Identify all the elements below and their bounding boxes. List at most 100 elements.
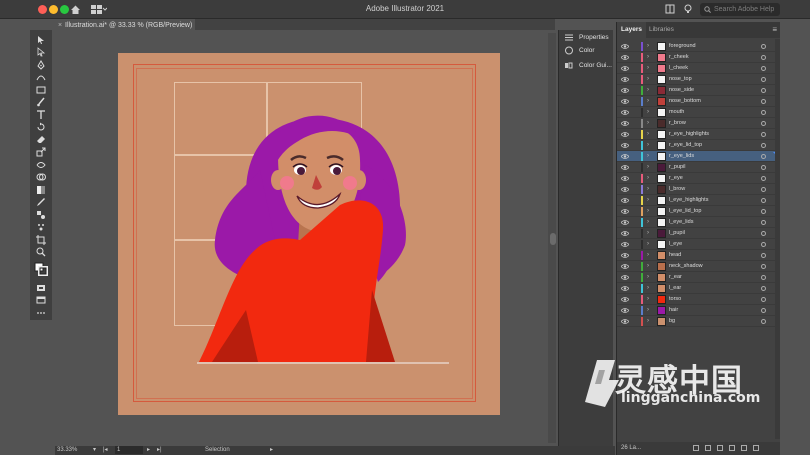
visibility-eye-icon[interactable] (621, 197, 629, 204)
target-circle-icon[interactable] (761, 44, 766, 49)
layer-name[interactable]: l_pupil (669, 228, 685, 239)
layer-row[interactable]: › r_brow (617, 118, 781, 129)
target-circle-icon[interactable] (761, 132, 766, 137)
expand-chevron-icon[interactable]: › (647, 96, 649, 107)
zoom-level[interactable]: 33.33% (57, 446, 77, 455)
visibility-eye-icon[interactable] (621, 76, 629, 83)
visibility-eye-icon[interactable] (621, 285, 629, 292)
target-circle-icon[interactable] (761, 242, 766, 247)
target-circle-icon[interactable] (761, 77, 766, 82)
layer-name[interactable]: l_brow (669, 184, 685, 195)
tab-layers[interactable]: Layers (617, 22, 646, 38)
target-circle-icon[interactable] (761, 319, 766, 324)
target-circle-icon[interactable] (761, 308, 766, 313)
expand-chevron-icon[interactable]: › (647, 272, 649, 283)
layer-row[interactable]: › r_eye_highlights (617, 129, 781, 140)
expand-chevron-icon[interactable]: › (647, 162, 649, 173)
layer-row[interactable]: › l_cheek (617, 63, 781, 74)
layer-row[interactable]: › l_eye (617, 239, 781, 250)
layer-row[interactable]: › r_eye (617, 173, 781, 184)
artboard-number-field[interactable]: 1 (115, 446, 143, 454)
visibility-eye-icon[interactable] (621, 263, 629, 270)
artboard-last-icon[interactable]: ▸| (157, 446, 162, 455)
layer-row[interactable]: › r_pupil (617, 162, 781, 173)
layer-name[interactable]: l_eye_lid_top (669, 206, 701, 217)
target-circle-icon[interactable] (761, 66, 766, 71)
expand-chevron-icon[interactable]: › (647, 239, 649, 250)
layer-row[interactable]: › hair (617, 305, 781, 316)
target-circle-icon[interactable] (761, 286, 766, 291)
layer-row[interactable]: › r_eye_lid_top (617, 140, 781, 151)
layer-row[interactable]: › head (617, 250, 781, 261)
target-circle-icon[interactable] (761, 88, 766, 93)
layer-name[interactable]: l_eye_lids (669, 217, 693, 228)
expand-chevron-icon[interactable]: › (647, 63, 649, 74)
layer-row[interactable]: › foreground (617, 41, 781, 52)
tool-menu-icon[interactable]: ▸ (270, 446, 273, 455)
visibility-eye-icon[interactable] (621, 131, 629, 138)
expand-chevron-icon[interactable]: › (647, 184, 649, 195)
target-circle-icon[interactable] (761, 55, 766, 60)
target-circle-icon[interactable] (761, 99, 766, 104)
layer-name[interactable]: l_eye (669, 239, 682, 250)
zoom-dropdown-icon[interactable]: ▾ (93, 446, 96, 455)
layer-row[interactable]: › nose_bottom (617, 96, 781, 107)
expand-chevron-icon[interactable]: › (647, 195, 649, 206)
target-circle-icon[interactable] (761, 110, 766, 115)
visibility-eye-icon[interactable] (621, 109, 629, 116)
layer-row[interactable]: › nose_top (617, 74, 781, 85)
visibility-eye-icon[interactable] (621, 241, 629, 248)
layer-row[interactable]: › l_pupil (617, 228, 781, 239)
expand-chevron-icon[interactable]: › (647, 85, 649, 96)
layer-name[interactable]: l_ear (669, 283, 681, 294)
target-circle-icon[interactable] (761, 253, 766, 258)
layer-row[interactable]: › nose_side (617, 85, 781, 96)
layer-row[interactable]: › l_brow (617, 184, 781, 195)
layer-row[interactable]: › r_eye_lids (617, 151, 781, 162)
layer-name[interactable]: hair (669, 305, 678, 316)
layer-row[interactable]: › bg (617, 316, 781, 327)
expand-chevron-icon[interactable]: › (647, 206, 649, 217)
layer-row[interactable]: › l_eye_lid_top (617, 206, 781, 217)
expand-chevron-icon[interactable]: › (647, 151, 649, 162)
target-circle-icon[interactable] (761, 264, 766, 269)
expand-chevron-icon[interactable]: › (647, 305, 649, 316)
target-circle-icon[interactable] (761, 198, 766, 203)
layer-row[interactable]: › l_eye_lids (617, 217, 781, 228)
visibility-eye-icon[interactable] (621, 164, 629, 171)
expand-chevron-icon[interactable]: › (647, 228, 649, 239)
expand-chevron-icon[interactable]: › (647, 41, 649, 52)
visibility-eye-icon[interactable] (621, 219, 629, 226)
color-guide-panel-button[interactable]: Color Gui... (559, 58, 614, 73)
layer-name[interactable]: mouth (669, 107, 684, 118)
layer-name[interactable]: r_eye_highlights (669, 129, 709, 140)
visibility-eye-icon[interactable] (621, 318, 629, 325)
vertical-scroll-thumb[interactable] (550, 233, 556, 245)
layer-name[interactable]: torso (669, 294, 681, 305)
visibility-eye-icon[interactable] (621, 208, 629, 215)
visibility-eye-icon[interactable] (621, 296, 629, 303)
target-circle-icon[interactable] (761, 209, 766, 214)
artboard-first-icon[interactable]: |◂ (103, 446, 108, 455)
color-panel-button[interactable]: Color (559, 43, 614, 58)
visibility-eye-icon[interactable] (621, 307, 629, 314)
layer-name[interactable]: nose_bottom (669, 96, 701, 107)
target-circle-icon[interactable] (761, 121, 766, 126)
panel-menu-icon[interactable]: ≡ (772, 25, 777, 34)
target-circle-icon[interactable] (761, 297, 766, 302)
visibility-eye-icon[interactable] (621, 153, 629, 160)
layer-row[interactable]: › l_eye_highlights (617, 195, 781, 206)
delete-layer-icon[interactable] (753, 445, 759, 451)
new-layer-icon[interactable] (741, 445, 747, 451)
visibility-eye-icon[interactable] (621, 175, 629, 182)
expand-chevron-icon[interactable]: › (647, 316, 649, 327)
layer-name[interactable]: r_pupil (669, 162, 686, 173)
layer-name[interactable]: neck_shadow (669, 261, 703, 272)
visibility-eye-icon[interactable] (621, 252, 629, 259)
layer-name[interactable]: foreground (669, 41, 696, 52)
layer-name[interactable]: r_eye_lid_top (669, 140, 702, 151)
layer-row[interactable]: › torso (617, 294, 781, 305)
expand-chevron-icon[interactable]: › (647, 140, 649, 151)
target-circle-icon[interactable] (761, 231, 766, 236)
expand-chevron-icon[interactable]: › (647, 283, 649, 294)
